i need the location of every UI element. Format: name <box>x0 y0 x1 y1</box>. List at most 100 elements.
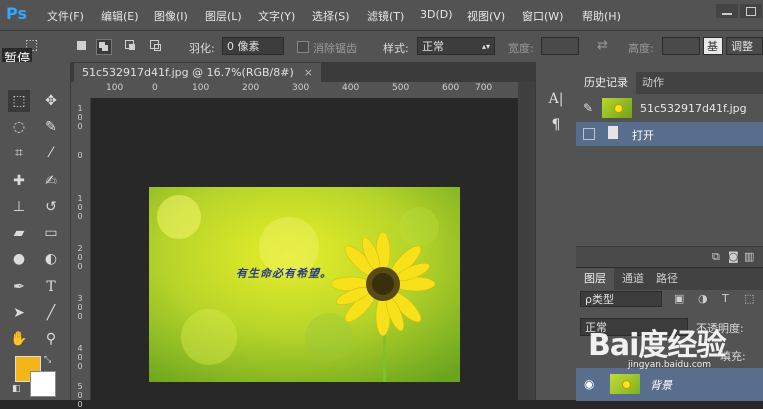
style-value: 正常 <box>422 40 444 53</box>
crop-icon[interactable]: ⌗ <box>8 142 30 164</box>
add-selection-icon[interactable] <box>96 39 112 55</box>
partial-button[interactable]: 基 <box>703 37 723 55</box>
menu-select[interactable]: 选择(S) <box>312 8 350 24</box>
hand-icon[interactable]: ✋ <box>8 328 30 350</box>
step-checkbox[interactable] <box>583 128 595 140</box>
width-label: 宽度: <box>508 42 534 55</box>
history-step-label: 打开 <box>632 129 654 142</box>
watermark-url: jingyan.baidu.com <box>628 360 712 370</box>
trash-icon[interactable]: ▥ <box>744 250 754 263</box>
quick-select-icon[interactable]: ✎ <box>40 116 62 138</box>
brush-icon[interactable]: ✍ <box>40 170 62 192</box>
background-color-swatch[interactable] <box>30 371 56 397</box>
zoom-icon[interactable]: ⚲ <box>40 328 62 350</box>
antialias-checkbox[interactable] <box>297 41 309 53</box>
tab-history[interactable]: 历史记录 <box>576 72 636 94</box>
image-caption: 有生命必有希望。 <box>236 267 332 280</box>
pen-icon[interactable]: ✒ <box>8 276 30 298</box>
menu-3d[interactable]: 3D(D) <box>420 8 453 21</box>
tab-channels[interactable]: 通道 <box>614 268 652 290</box>
document-icon <box>608 126 618 139</box>
camera-icon[interactable]: ◙ <box>728 250 739 263</box>
options-bar: ⬚ 羽化: 0 像素 消除锯齿 样式: 正常 ▴▾ 宽度: ⇄ 高度: 基 调整 <box>0 30 763 63</box>
history-panel-footer: ⧉ ◙ ▥ <box>576 246 763 267</box>
ruler-v-label: 1 0 0 <box>77 104 83 131</box>
menu-type[interactable]: 文字(Y) <box>258 8 295 24</box>
menu-filter[interactable]: 滤镜(T) <box>367 8 404 24</box>
path-select-icon[interactable]: ➤ <box>8 302 30 324</box>
ruler-h-label: 100 <box>106 83 124 93</box>
dodge-icon[interactable]: ◐ <box>40 248 62 270</box>
new-document-icon[interactable]: ⧉ <box>712 250 720 264</box>
width-input[interactable] <box>541 37 579 55</box>
ruler-h-label: 200 <box>242 83 260 93</box>
close-icon[interactable]: × <box>304 66 313 79</box>
menu-layer[interactable]: 图层(L) <box>205 8 242 24</box>
history-step-row[interactable]: 打开 <box>576 122 763 146</box>
ruler-h-label: 700 <box>475 83 493 93</box>
history-panel: 历史记录 动作 ✎ 51c532917d41f.jpg 打开 ⧉ ◙ ▥ <box>576 62 763 267</box>
ruler-h-label: 300 <box>292 83 310 93</box>
default-colors-icon[interactable]: ◧ <box>12 384 21 394</box>
tab-actions[interactable]: 动作 <box>634 72 672 94</box>
stamp-icon[interactable]: ⊥ <box>8 196 30 218</box>
history-brush-source-icon[interactable]: ✎ <box>583 101 593 115</box>
vertical-scrollbar[interactable] <box>518 82 535 400</box>
document-image[interactable]: 有生命必有希望。 <box>149 187 460 382</box>
image-filter-icon[interactable]: ▣ <box>674 292 684 305</box>
healing-icon[interactable]: ✚ <box>8 170 30 192</box>
eyedropper-icon[interactable]: ⁄ <box>40 142 62 164</box>
style-label: 样式: <box>383 42 409 55</box>
minimize-icon[interactable] <box>716 4 738 18</box>
history-snapshot-row[interactable]: ✎ 51c532917d41f.jpg <box>576 94 763 122</box>
blur-icon[interactable]: ● <box>8 248 30 270</box>
style-select[interactable]: 正常 ▴▾ <box>417 37 495 55</box>
menu-edit[interactable]: 编辑(E) <box>101 8 139 24</box>
menu-view[interactable]: 视图(V) <box>467 8 505 24</box>
swap-icon[interactable]: ⇄ <box>597 38 608 53</box>
intersect-selection-icon[interactable] <box>149 39 163 53</box>
document-tab[interactable]: 51c532917d41f.jpg @ 16.7%(RGB/8#) × <box>74 63 321 82</box>
ruler-v-label: 0 <box>77 151 83 160</box>
shape-filter-icon[interactable]: ⬚ <box>744 292 754 305</box>
ruler-v-label: 2 0 0 <box>77 244 83 271</box>
feather-input[interactable]: 0 像素 <box>222 37 284 55</box>
type-filter-icon[interactable]: T <box>722 292 729 305</box>
tab-layers[interactable]: 图层 <box>576 268 614 290</box>
swap-colors-icon[interactable]: ⤡ <box>44 355 51 365</box>
tools-panel: ⬚ ✥ ◌ ✎ ⌗ ⁄ ✚ ✍ ⊥ ↺ ▰ ▭ ● ◐ ✒ T ➤ ╱ ✋ ⚲ … <box>0 62 71 400</box>
refine-edge-button[interactable]: 调整 <box>726 37 763 55</box>
snapshot-thumbnail <box>602 98 632 118</box>
menu-help[interactable]: 帮助(H) <box>582 8 621 24</box>
adjustment-filter-icon[interactable]: ◑ <box>698 292 708 305</box>
character-panel-icon[interactable]: A| <box>545 88 567 110</box>
menu-bar: Ps 文件(F) 编辑(E) 图像(I) 图层(L) 文字(Y) 选择(S) 滤… <box>0 0 763 30</box>
ruler-h-label: 500 <box>392 83 410 93</box>
sunflower-photo <box>149 187 460 382</box>
line-icon[interactable]: ╱ <box>40 302 62 324</box>
ruler-h-label: 0 <box>152 83 158 93</box>
menu-file[interactable]: 文件(F) <box>47 8 84 24</box>
watermark-logo: Bai度经验 <box>588 328 726 363</box>
lasso-icon[interactable]: ◌ <box>8 116 30 138</box>
subtract-selection-icon[interactable] <box>124 39 138 53</box>
history-brush-icon[interactable]: ↺ <box>40 196 62 218</box>
ruler-h-label: 100 <box>192 83 210 93</box>
height-label: 高度: <box>628 42 654 55</box>
paragraph-panel-icon[interactable]: ¶ <box>545 114 567 136</box>
eraser-icon[interactable]: ▰ <box>8 222 30 244</box>
maximize-icon[interactable] <box>740 4 762 18</box>
move-icon[interactable]: ✥ <box>40 90 62 112</box>
marquee-icon[interactable]: ⬚ <box>8 90 30 112</box>
new-selection-icon[interactable] <box>75 39 89 53</box>
menu-image[interactable]: 图像(I) <box>154 8 188 24</box>
layer-filter-select[interactable]: ρ类型 <box>580 291 662 307</box>
tab-paths[interactable]: 路径 <box>648 268 686 290</box>
height-input[interactable] <box>662 37 700 55</box>
menu-window[interactable]: 窗口(W) <box>522 8 563 24</box>
app-logo: Ps <box>6 4 27 23</box>
gradient-icon[interactable]: ▭ <box>40 222 62 244</box>
ruler-h-label: 400 <box>342 83 360 93</box>
type-icon[interactable]: T <box>40 276 62 298</box>
ruler-v-label: 5 0 0 <box>77 382 83 409</box>
